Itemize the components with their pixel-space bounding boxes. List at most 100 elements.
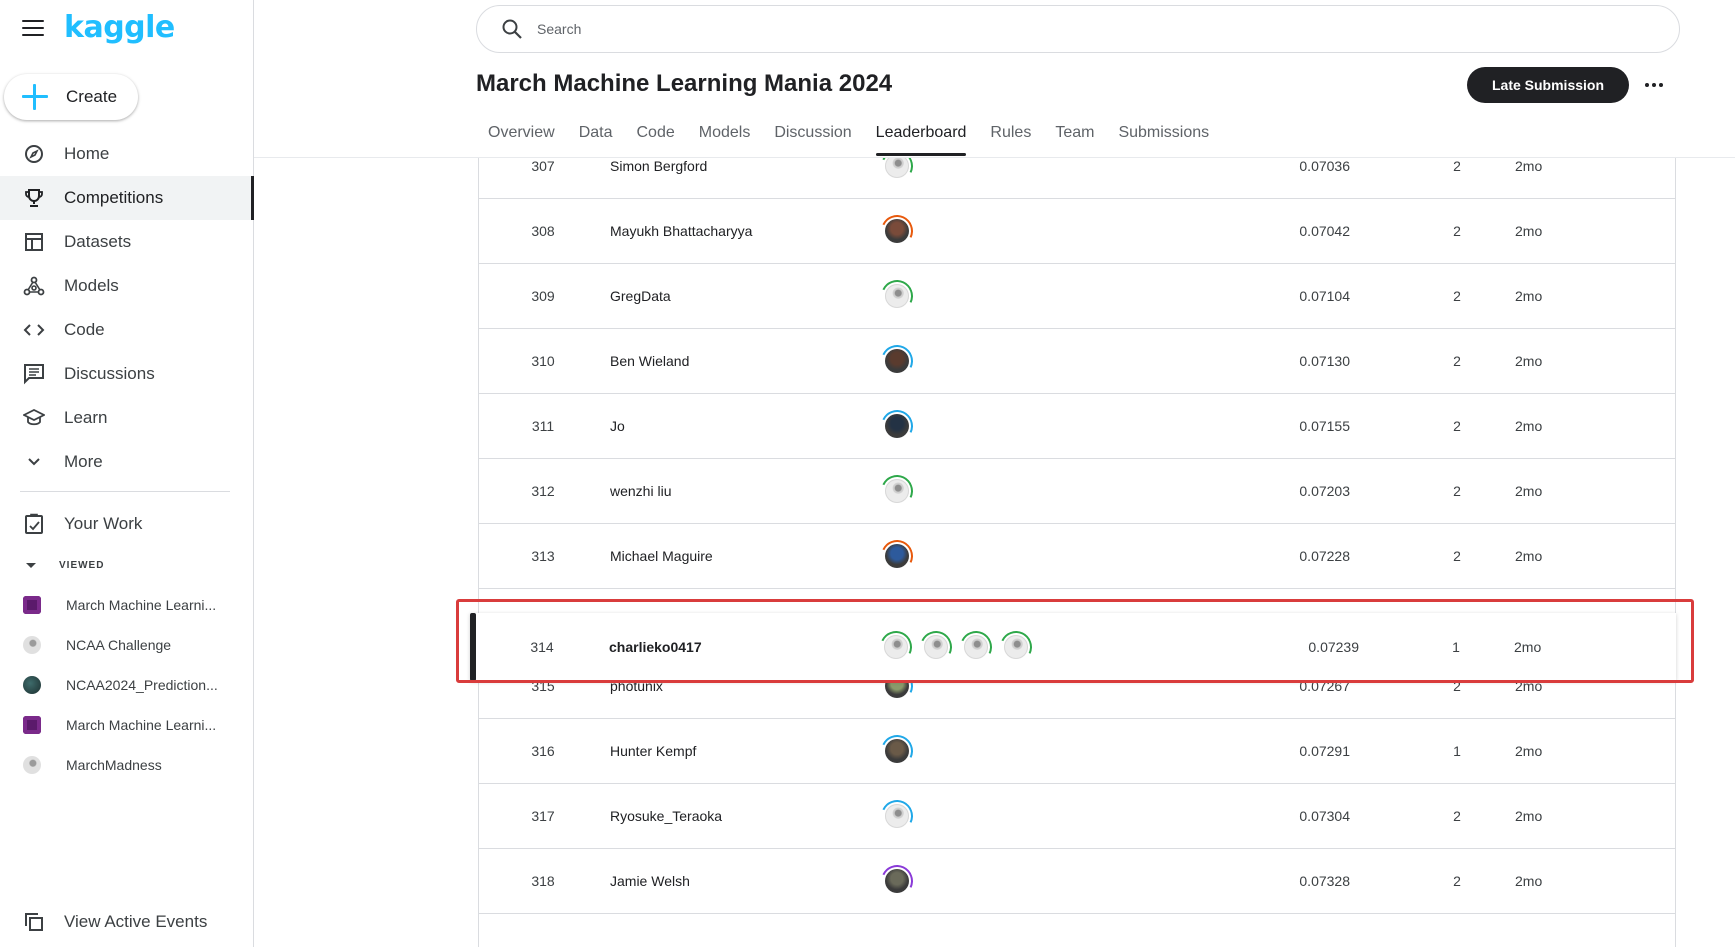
sidebar-item-competitions[interactable]: Competitions [0, 176, 254, 220]
models-icon [22, 274, 46, 298]
more-options-icon[interactable] [1642, 72, 1666, 98]
view-active-events-link[interactable]: View Active Events [0, 902, 254, 942]
user-avatar[interactable] [876, 210, 918, 252]
team-members [876, 275, 918, 317]
entries-cell: 2 [1453, 483, 1461, 499]
sidebar-item-datasets[interactable]: Datasets [0, 220, 254, 264]
team-name-link[interactable]: Simon Bergford [610, 158, 707, 174]
recent-item-label: March Machine Learni... [66, 717, 217, 733]
leaderboard-row[interactable]: 311 Jo 0.07155 2 2mo [479, 394, 1675, 459]
user-avatar[interactable] [876, 730, 918, 772]
recent-item[interactable]: NCAA Challenge [0, 625, 254, 665]
last-submission-cell: 2mo [1515, 743, 1543, 759]
tab-leaderboard[interactable]: Leaderboard [864, 118, 979, 158]
last-submission-cell: 2mo [1515, 158, 1543, 174]
default-avatar-icon[interactable] [876, 275, 918, 317]
sidebar-item-discussions[interactable]: Discussions [0, 352, 254, 396]
tab-submissions[interactable]: Submissions [1106, 118, 1221, 158]
search-input[interactable] [537, 21, 1637, 37]
sidebar-item-label: Learn [64, 408, 108, 427]
leaderboard-row[interactable]: 317 Ryosuke_Teraoka 0.07304 2 2mo [479, 784, 1675, 849]
last-submission-cell: 2mo [1515, 418, 1543, 434]
leaderboard-row[interactable]: 309 GregData 0.07104 2 2mo [479, 264, 1675, 329]
code-icon [22, 318, 46, 342]
create-button[interactable]: Create [4, 74, 138, 120]
default-avatar-icon[interactable] [876, 470, 918, 512]
score-cell: 0.07239 [1308, 639, 1359, 655]
default-avatar-icon[interactable] [876, 795, 918, 837]
trophy-icon [22, 186, 46, 210]
tab-models[interactable]: Models [687, 118, 763, 158]
team-name-link[interactable]: Michael Maguire [610, 548, 713, 564]
recent-item[interactable]: NCAA2024_Prediction... [0, 665, 254, 705]
leaderboard-row[interactable]: 310 Ben Wieland 0.07130 2 2mo [479, 329, 1675, 394]
team-members [876, 210, 918, 252]
team-name-link[interactable]: Mayukh Bhattacharyya [610, 223, 752, 239]
sidebar-item-home[interactable]: Home [0, 132, 254, 176]
tab-rules[interactable]: Rules [978, 118, 1043, 158]
team-name-link[interactable]: charlieko0417 [609, 639, 702, 655]
team-name-link[interactable]: Jamie Welsh [610, 873, 690, 889]
user-avatar[interactable] [876, 860, 918, 902]
kaggle-logo[interactable]: kaggle [64, 10, 175, 45]
viewed-section-toggle[interactable]: VIEWED [0, 555, 104, 575]
leaderboard-row[interactable]: 318 Jamie Welsh 0.07328 2 2mo [479, 849, 1675, 914]
team-name-link[interactable]: Ryosuke_Teraoka [610, 808, 722, 824]
recent-item[interactable]: March Machine Learni... [0, 705, 254, 745]
user-avatar[interactable] [876, 405, 918, 447]
last-submission-cell: 2mo [1515, 223, 1543, 239]
sidebar-item-code[interactable]: Code [0, 308, 254, 352]
leaderboard-row[interactable]: 308 Mayukh Bhattacharyya 0.07042 2 2mo [479, 199, 1675, 264]
team-name-link[interactable]: Hunter Kempf [610, 743, 696, 759]
default-avatar-icon[interactable] [875, 626, 917, 668]
tab-overview[interactable]: Overview [476, 118, 567, 158]
leaderboard-row[interactable]: 313 Michael Maguire 0.07228 2 2mo [479, 524, 1675, 589]
team-name-link[interactable]: wenzhi liu [610, 483, 671, 499]
tab-code[interactable]: Code [624, 118, 686, 158]
entries-cell: 2 [1453, 873, 1461, 889]
default-avatar-icon[interactable] [995, 626, 1037, 668]
table-icon [22, 230, 46, 254]
events-icon [22, 910, 46, 934]
hamburger-menu-icon[interactable] [22, 20, 44, 38]
tab-data[interactable]: Data [567, 118, 625, 158]
last-submission-cell: 2mo [1515, 808, 1543, 824]
recent-item[interactable]: March Machine Learni... [0, 585, 254, 625]
caret-down-icon [26, 562, 36, 568]
my-leaderboard-row[interactable]: 314 charlieko0417 0.07239 1 2mo [470, 613, 1676, 681]
leaderboard-row[interactable]: 307 Simon Bergford 0.07036 2 2mo [479, 158, 1675, 199]
my-row-indicator [470, 613, 476, 681]
tier-ring [876, 795, 918, 837]
leaderboard-row[interactable]: 316 Hunter Kempf 0.07291 1 2mo [479, 719, 1675, 784]
sidebar-item-label: Home [64, 144, 110, 163]
rank-cell: 317 [531, 808, 555, 824]
recent-item[interactable]: MarchMadness [0, 745, 254, 785]
score-cell: 0.07042 [1299, 223, 1350, 239]
rank-cell: 314 [530, 639, 554, 655]
default-avatar-icon[interactable] [955, 626, 997, 668]
sidebar-item-more[interactable]: More [0, 440, 254, 484]
default-avatar-icon[interactable] [915, 626, 957, 668]
rank-cell: 309 [531, 288, 555, 304]
chevron-down-icon [22, 450, 46, 474]
competition-thumbnail [23, 716, 41, 734]
team-name-link[interactable]: Ben Wieland [610, 353, 689, 369]
team-name-link[interactable]: GregData [610, 288, 671, 304]
create-label: Create [66, 87, 118, 106]
late-submission-button[interactable]: Late Submission [1467, 67, 1629, 103]
sidebar-item-your-work[interactable]: Your Work [0, 502, 254, 546]
default-avatar-icon[interactable] [876, 158, 918, 187]
sidebar-item-learn[interactable]: Learn [0, 396, 254, 440]
sidebar-item-models[interactable]: Models [0, 264, 254, 308]
leaderboard-row[interactable]: 312 wenzhi liu 0.07203 2 2mo [479, 459, 1675, 524]
viewed-label: VIEWED [59, 559, 105, 571]
tab-discussion[interactable]: Discussion [762, 118, 863, 158]
tab-team[interactable]: Team [1043, 118, 1106, 158]
rank-cell: 310 [531, 353, 555, 369]
search-bar[interactable] [476, 5, 1680, 53]
team-name-link[interactable]: Jo [610, 418, 625, 434]
user-avatar[interactable] [876, 340, 918, 382]
sidebar-nav: Home Competitions Datasets Models Code D… [0, 132, 254, 484]
user-avatar[interactable] [876, 535, 918, 577]
sidebar-item-label: Discussions [64, 364, 155, 383]
